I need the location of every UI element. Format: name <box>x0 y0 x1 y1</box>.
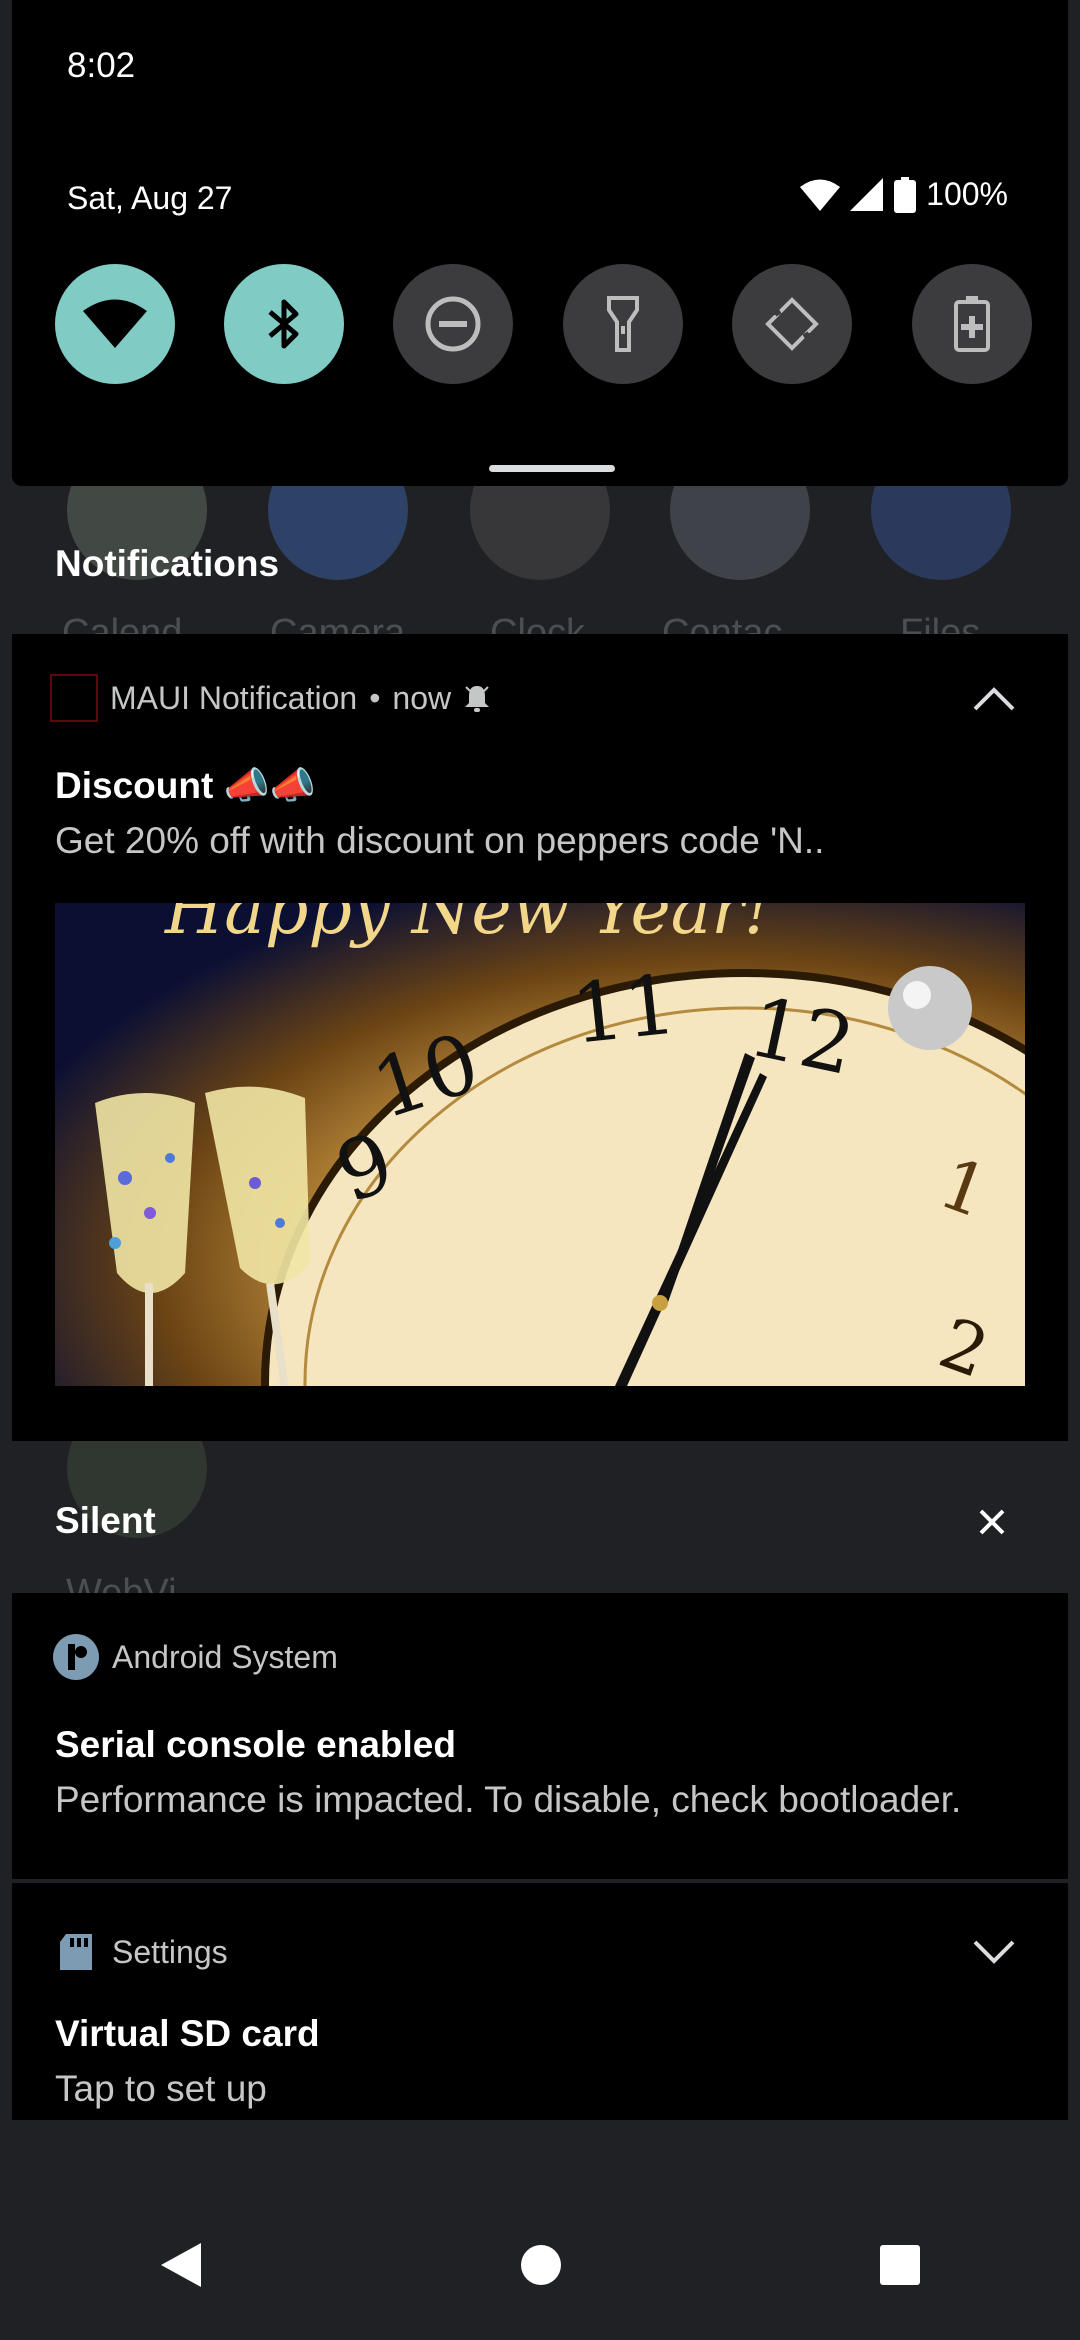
battery-icon <box>894 176 917 213</box>
shade-drag-handle[interactable] <box>489 465 615 472</box>
settings-app-name: Settings <box>112 1933 228 1970</box>
maui-app-name: MAUI Notification <box>110 679 358 716</box>
android-system-title: Serial console enabled <box>55 1724 456 1765</box>
recents-icon[interactable] <box>879 2244 921 2286</box>
qs-date[interactable]: Sat, Aug 27 <box>67 180 232 217</box>
android-system-text: Performance is impacted. To disable, che… <box>55 1779 962 1820</box>
minus-circle-icon <box>425 296 481 352</box>
bullet-separator: • <box>369 679 381 716</box>
maui-app-icon <box>50 674 98 722</box>
new-year-image: 10 11 12 9 1 2 Happy New Year! <box>55 903 1025 1386</box>
settings-notification-title: Virtual SD card <box>55 2013 320 2054</box>
silent-header: Silent <box>55 1500 156 1541</box>
status-icons: 100% <box>800 176 1008 213</box>
alert-bell-icon <box>465 686 490 712</box>
cell-signal-icon <box>850 177 884 211</box>
battery-saver-tile[interactable] <box>912 264 1032 384</box>
bluetooth-tile[interactable] <box>224 264 344 384</box>
image-caption: Happy New Year! <box>163 903 771 950</box>
android-system-notification[interactable]: Android System Serial console enabled Pe… <box>12 1593 1068 1879</box>
clear-silent-icon[interactable] <box>978 1508 1006 1536</box>
sd-card-icon <box>60 1934 92 1970</box>
maui-notification-title: Discount 📣📣 <box>55 765 316 806</box>
settings-notification[interactable]: Settings Virtual SD card Tap to set up <box>12 1883 1068 2120</box>
settings-notification-text: Tap to set up <box>55 2068 267 2109</box>
android-system-icon <box>53 1634 99 1680</box>
wifi-icon <box>83 299 147 348</box>
expand-chevron-icon[interactable] <box>972 1939 1016 1965</box>
new-year-illustration: 10 11 12 9 1 2 Happy New Year! <box>95 903 1025 1386</box>
do-not-disturb-tile[interactable] <box>393 264 513 384</box>
wifi-status-icon <box>800 179 841 211</box>
android-system-app-name: Android System <box>112 1638 338 1675</box>
auto-rotate-tile[interactable] <box>732 264 852 384</box>
bluetooth-icon <box>268 299 299 349</box>
notification-time: now <box>392 679 452 716</box>
rotate-icon <box>764 297 820 351</box>
android-system-app-line: Android System <box>52 1633 338 1681</box>
collapse-chevron-icon[interactable] <box>972 686 1016 712</box>
battery-saver-icon <box>954 296 990 352</box>
flashlight-icon <box>607 296 639 352</box>
back-icon[interactable] <box>159 2241 203 2289</box>
notifications-header: Notifications <box>55 543 280 584</box>
navigation-bar <box>0 2190 1080 2340</box>
svg-text:11: 11 <box>567 958 681 1063</box>
status-time: 8:02 <box>67 46 136 85</box>
battery-percent: 100% <box>926 176 1008 212</box>
home-icon[interactable] <box>520 2244 562 2286</box>
flashlight-tile[interactable] <box>563 264 683 384</box>
maui-notification-text: Get 20% off with discount on peppers cod… <box>55 820 825 861</box>
wifi-tile[interactable] <box>55 264 175 384</box>
quick-settings-panel: 8:02 Sat, Aug 27 100% <box>12 0 1068 486</box>
maui-app-line: MAUI Notification • now <box>50 674 491 722</box>
settings-app-line: Settings <box>52 1928 228 1976</box>
